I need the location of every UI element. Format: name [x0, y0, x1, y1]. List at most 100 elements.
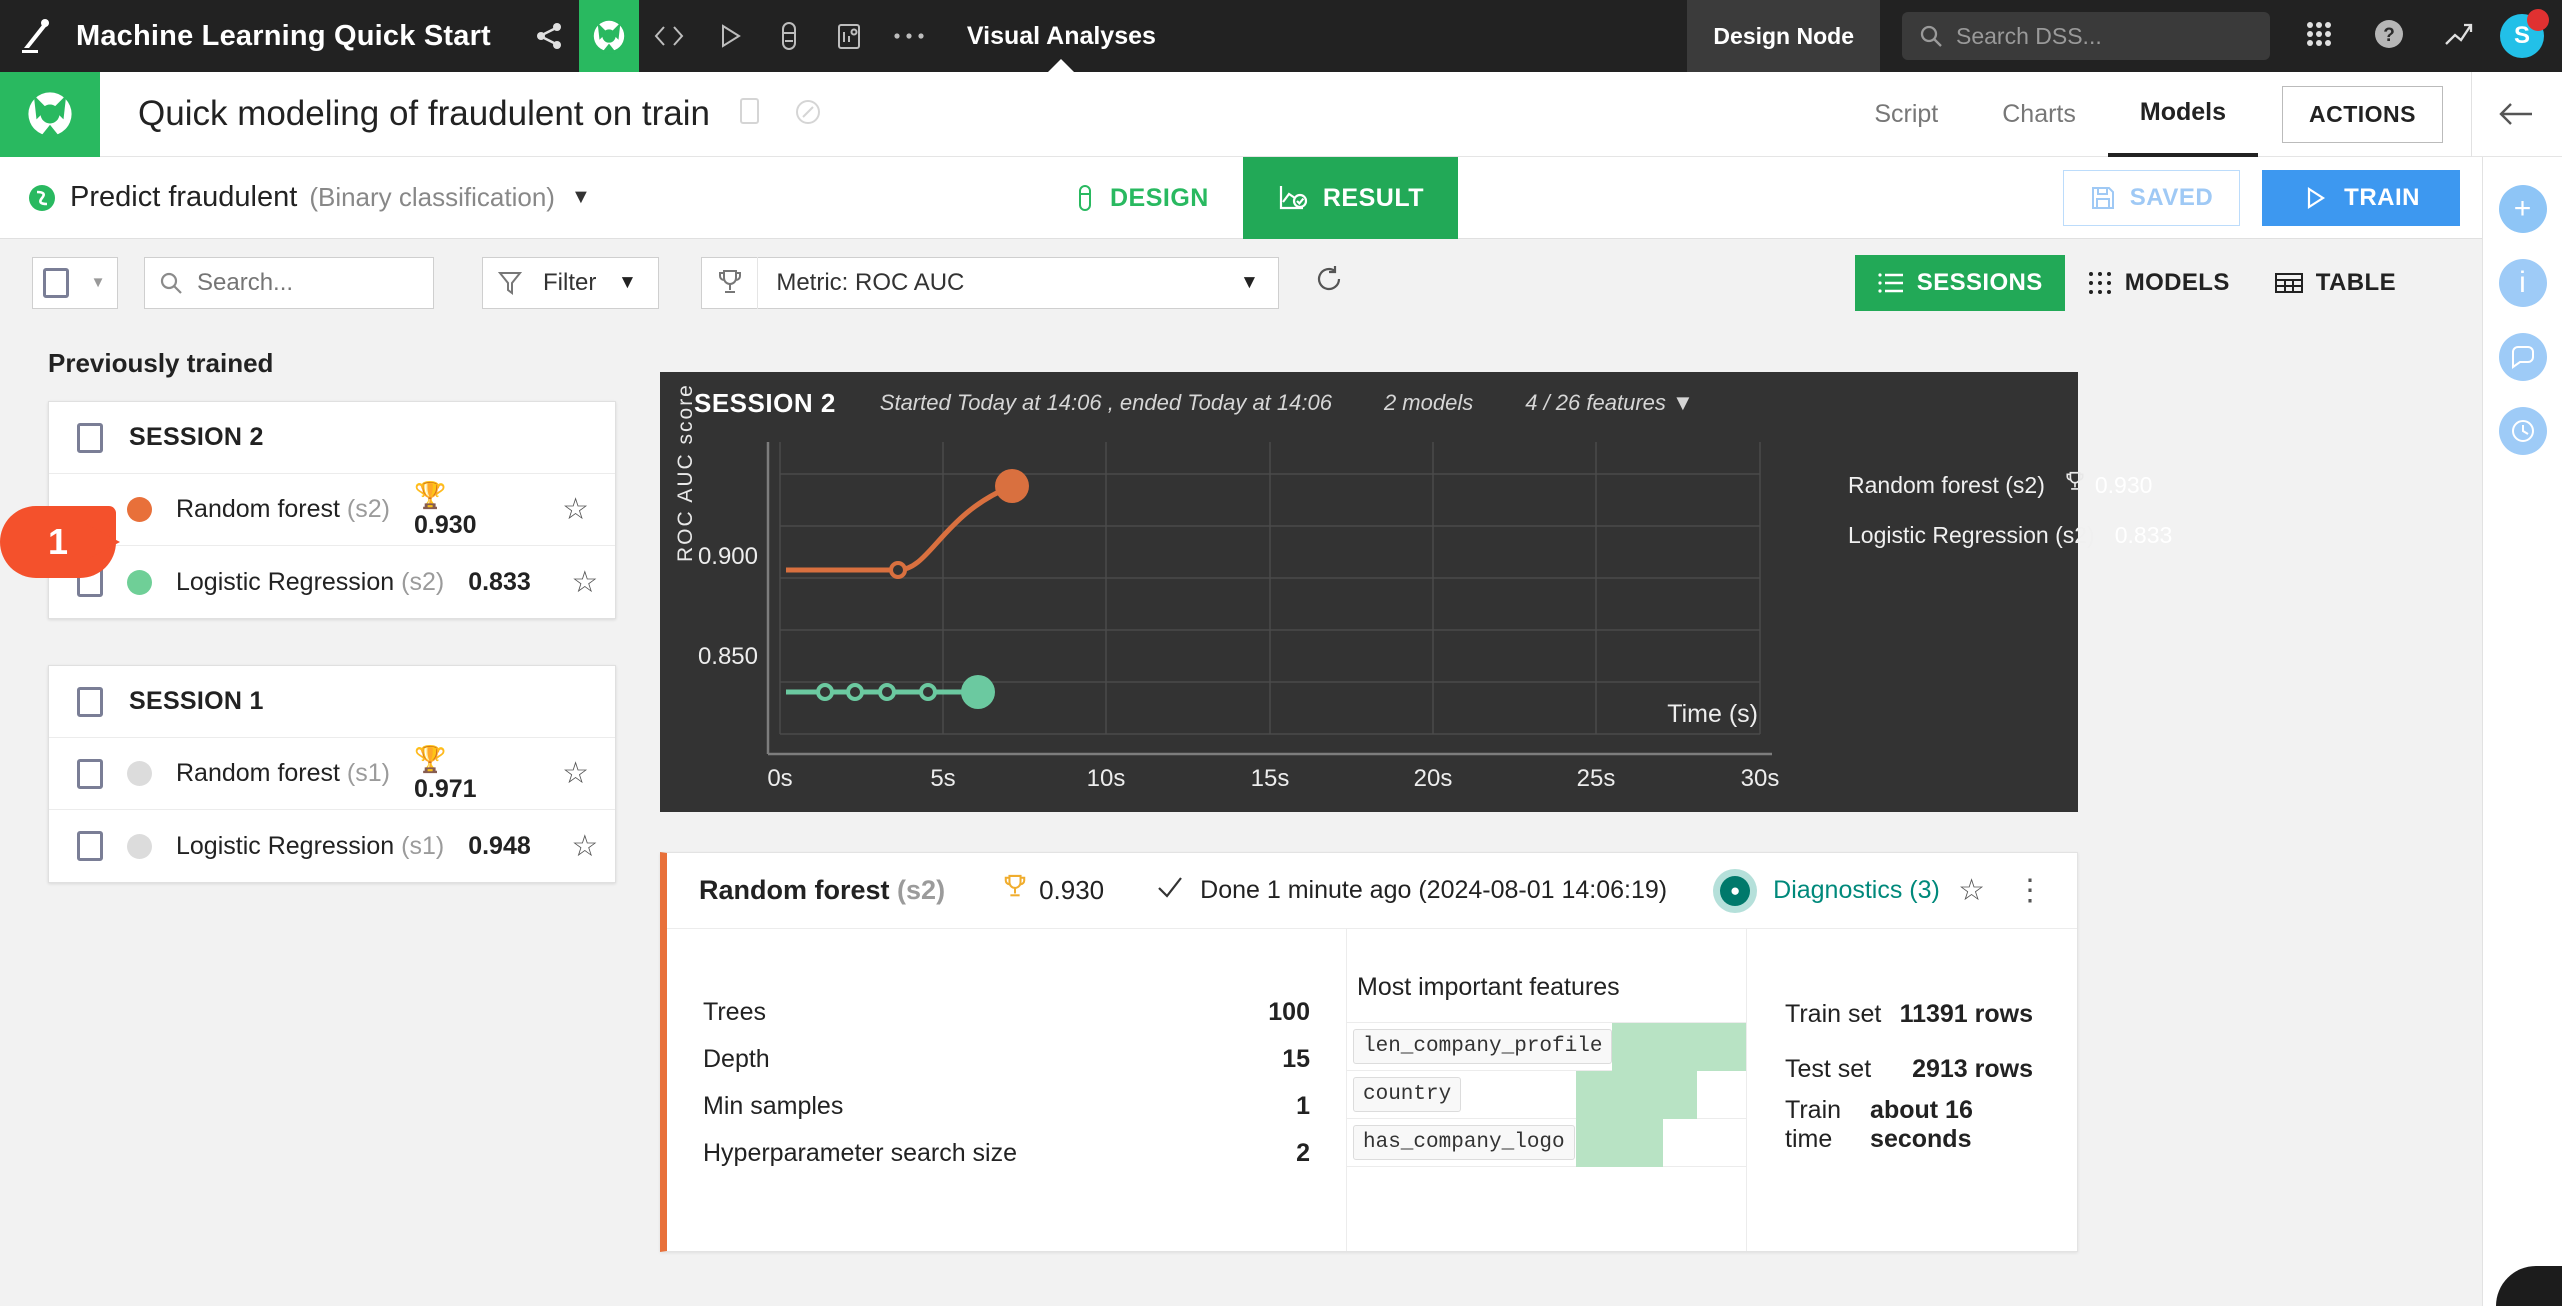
svg-text:0s: 0s: [767, 765, 792, 792]
play-icon[interactable]: [699, 0, 759, 72]
param-key: Hyperparameter search size: [703, 1139, 1018, 1167]
flask-icon: [1079, 185, 1091, 211]
view-models[interactable]: MODELS: [2065, 255, 2252, 311]
refresh-icon[interactable]: [1313, 263, 1345, 303]
analysis-icon: [0, 71, 100, 157]
kebab-menu-icon[interactable]: ⋮: [2015, 873, 2077, 908]
stat-value: about 16 seconds: [1870, 1095, 1973, 1153]
tab-charts[interactable]: Charts: [1970, 72, 2108, 157]
copy-icon[interactable]: [736, 96, 766, 133]
star-icon[interactable]: ☆: [536, 756, 615, 791]
session-card-1: SESSION 1 Random forest (s1) 🏆 0.971 ☆ L…: [48, 665, 616, 883]
legend-label: Logistic Regression (s2): [1848, 521, 2095, 548]
session-features[interactable]: 4 / 26 features ▼: [1525, 390, 1694, 416]
actions-button[interactable]: ACTIONS: [2282, 85, 2443, 143]
star-icon[interactable]: ☆: [555, 829, 615, 864]
session-checkbox[interactable]: [77, 686, 103, 717]
apps-grid-icon[interactable]: [2288, 17, 2350, 56]
design-node-label[interactable]: Design Node: [1687, 0, 1880, 72]
legend-item[interactable]: Random forest (s2) 0.930: [1828, 460, 2152, 510]
history-icon[interactable]: [2498, 407, 2547, 455]
feature-bar-wrap: [1576, 1118, 1746, 1167]
back-arrow-icon[interactable]: [2472, 72, 2562, 157]
avatar[interactable]: S: [2500, 9, 2549, 58]
code-icon[interactable]: [639, 0, 699, 72]
saved-label: SAVED: [2129, 183, 2214, 211]
saved-button[interactable]: SAVED: [2062, 169, 2241, 226]
view-table[interactable]: TABLE: [2252, 255, 2418, 311]
session-checkbox[interactable]: [77, 422, 103, 453]
dashboard-icon[interactable]: [819, 0, 879, 72]
train-button[interactable]: TRAIN: [2262, 169, 2460, 226]
session-header[interactable]: SESSION 1: [49, 666, 615, 738]
tab-models[interactable]: Models: [2107, 72, 2258, 157]
lab-icon[interactable]: [759, 0, 819, 72]
subbar-actions: SAVED TRAIN: [2062, 169, 2460, 226]
model-checkbox[interactable]: [77, 831, 103, 861]
help-icon[interactable]: ?: [2360, 15, 2418, 58]
list-item[interactable]: Logistic Regression (s1) 0.948 ☆: [49, 810, 615, 882]
prediction-title: Predict fraudulent: [70, 181, 298, 213]
chevron-down-icon[interactable]: ▼: [1672, 390, 1694, 415]
feature-bar: [1612, 1022, 1746, 1071]
select-all-checkbox[interactable]: [33, 267, 79, 298]
model-checkbox[interactable]: [77, 758, 103, 789]
model-card-session: (s2): [897, 875, 946, 905]
model-name: Logistic Regression (s1): [176, 832, 444, 861]
search-input[interactable]: [197, 268, 417, 297]
search-models-box[interactable]: [144, 256, 434, 309]
legend-item[interactable]: Logistic Regression (s2) 0.833: [1828, 510, 2172, 560]
legend-value-group: 0.930: [2065, 470, 2153, 500]
dss-search-box[interactable]: Search DSS...: [1902, 12, 2270, 60]
trending-icon[interactable]: [2428, 17, 2490, 56]
discussions-icon[interactable]: [2498, 333, 2547, 381]
star-icon[interactable]: ☆: [536, 492, 615, 527]
info-icon[interactable]: i: [2498, 259, 2547, 307]
save-icon: [2091, 186, 2114, 209]
chevron-down-icon[interactable]: ▼: [79, 274, 117, 291]
prediction-type: (Binary classification): [309, 182, 555, 212]
notification-dot: [2527, 9, 2549, 31]
filter-icon: [483, 269, 537, 297]
chevron-down-icon[interactable]: ▼: [1220, 272, 1278, 294]
diagnostics-link[interactable]: ● Diagnostics (3): [1713, 868, 1940, 913]
prediction-selector[interactable]: Predict fraudulent (Binary classificatio…: [26, 181, 591, 214]
param-row: Depth 15: [703, 1036, 1310, 1083]
model-card-body: Trees 100 Depth 15 Min samples 1 Hyperpa…: [667, 929, 2077, 1251]
analysis-header-bar: Quick modeling of fraudulent on train Sc…: [0, 71, 2562, 157]
tag-icon[interactable]: [792, 96, 824, 133]
share-icon[interactable]: [519, 0, 579, 72]
metric-dropdown[interactable]: Metric: ROC AUC ▼: [701, 256, 1280, 309]
model-card-status-text: Done 1 minute ago (2024-08-01 14:06:19): [1200, 876, 1668, 904]
star-icon[interactable]: ☆: [555, 565, 615, 600]
legend-value: 0.930: [2094, 471, 2153, 498]
dataiku-logo[interactable]: [0, 0, 76, 72]
param-value: 2: [1296, 1139, 1310, 1167]
feature-bar-wrap: [1612, 1022, 1746, 1071]
list-item[interactable]: Random forest (s1) 🏆 0.971 ☆: [49, 738, 615, 810]
right-rail: + i: [2482, 157, 2562, 1306]
stat-row: Train time about 16 seconds: [1785, 1096, 2033, 1153]
more-icon[interactable]: [879, 0, 939, 72]
chevron-down-icon[interactable]: ▼: [596, 272, 658, 294]
project-title[interactable]: Machine Learning Quick Start: [76, 20, 491, 53]
session-header[interactable]: SESSION 2: [49, 402, 615, 474]
filter-dropdown[interactable]: Filter ▼: [482, 256, 660, 309]
chevron-down-icon[interactable]: ▼: [571, 186, 591, 209]
model-card-title[interactable]: Random forest (s2): [699, 875, 945, 906]
star-icon[interactable]: ☆: [1958, 873, 2015, 908]
design-tab[interactable]: DESIGN: [1040, 157, 1243, 239]
feature-bar: [1576, 1118, 1663, 1167]
add-icon[interactable]: +: [2498, 185, 2547, 233]
select-all-dropdown[interactable]: ▼: [32, 256, 118, 309]
tab-script[interactable]: Script: [1842, 72, 1970, 157]
model-name: Logistic Regression (s2): [176, 568, 444, 597]
view-toggle-group: SESSIONS MODELS TABLE: [1854, 254, 2418, 311]
view-sessions[interactable]: SESSIONS: [1854, 254, 2065, 311]
trophy-icon: [2065, 470, 2085, 500]
svg-text:5s: 5s: [930, 765, 955, 792]
prediction-icon: [29, 184, 55, 211]
result-tab[interactable]: RESULT: [1242, 157, 1459, 239]
flow-icon[interactable]: [578, 0, 639, 72]
stat-key: Test set: [1785, 1055, 1872, 1083]
